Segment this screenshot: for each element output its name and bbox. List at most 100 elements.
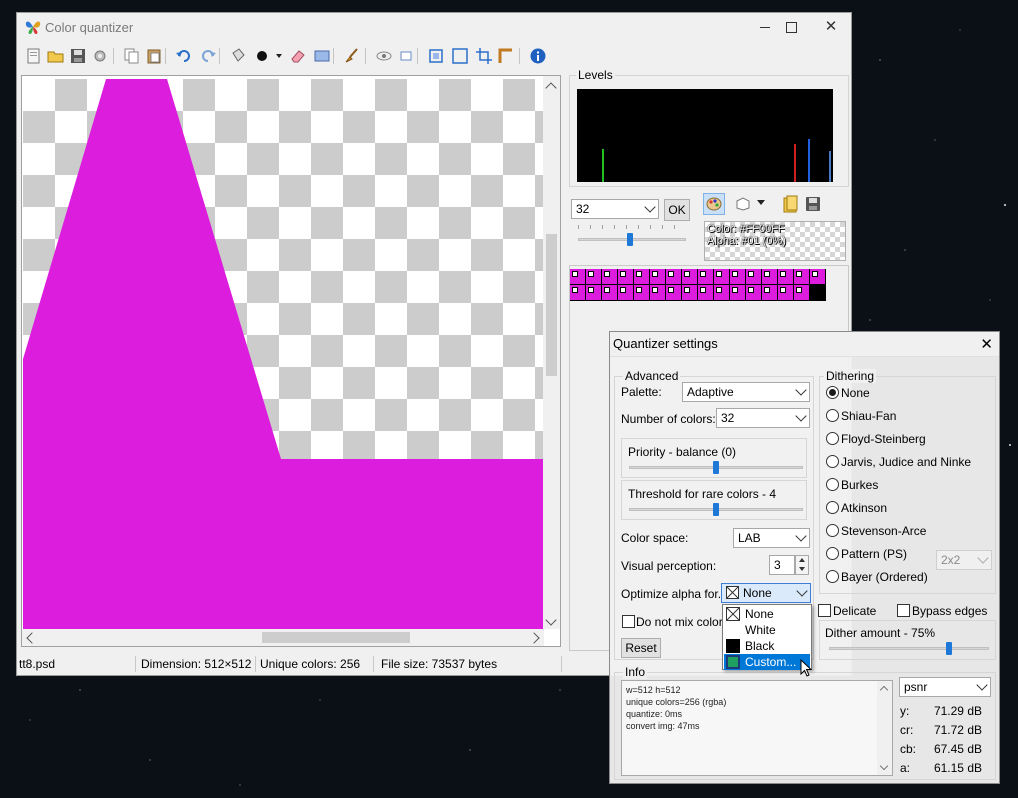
palette-swatch[interactable] <box>810 285 826 301</box>
colors-combo[interactable]: 32 <box>571 199 659 219</box>
palette-swatch[interactable] <box>650 285 666 301</box>
dither-radio[interactable] <box>826 501 839 514</box>
copy-icon[interactable] <box>123 47 141 65</box>
dither-amount-slider-track[interactable] <box>829 647 989 650</box>
palette-swatch[interactable] <box>762 285 778 301</box>
close-button[interactable]: ✕ <box>811 17 851 39</box>
palette-mode-button[interactable] <box>703 193 725 215</box>
palette-swatch[interactable] <box>634 285 650 301</box>
palette-swatch[interactable] <box>570 285 586 301</box>
dither-option-label[interactable]: Stevenson-Arce <box>841 524 926 538</box>
bucket-icon[interactable] <box>229 47 247 65</box>
palette-swatch[interactable] <box>618 269 634 285</box>
palette-swatch[interactable] <box>618 285 634 301</box>
palette-swatch[interactable] <box>746 285 762 301</box>
palette-swatch[interactable] <box>586 285 602 301</box>
dither-option-label[interactable]: Pattern (PS) <box>841 547 907 561</box>
dialog-title-bar[interactable]: Quantizer settings ✕ <box>610 332 999 357</box>
dither-option-label[interactable]: Burkes <box>841 478 878 492</box>
number-of-colors-select[interactable]: 32 <box>716 408 810 428</box>
palette-swatch[interactable] <box>698 269 714 285</box>
dither-option-label[interactable]: Floyd-Steinberg <box>841 432 926 446</box>
visual-perception-input[interactable]: 3 <box>769 555 795 575</box>
reset-button[interactable]: Reset <box>621 638 661 658</box>
scroll-up-arrow-icon[interactable] <box>545 82 557 94</box>
dither-radio[interactable] <box>826 409 839 422</box>
scroll-right-arrow-icon[interactable] <box>528 632 540 644</box>
eye-icon[interactable] <box>375 47 393 65</box>
dither-radio[interactable] <box>826 547 839 560</box>
dither-radio[interactable] <box>826 455 839 468</box>
eraser-icon[interactable] <box>289 47 307 65</box>
scroll-up-arrow-icon[interactable] <box>879 685 889 695</box>
palette-swatch[interactable] <box>698 285 714 301</box>
palette-swatch[interactable] <box>650 269 666 285</box>
palette-swatch[interactable] <box>634 269 650 285</box>
crop-icon[interactable] <box>475 47 493 65</box>
palette-swatch[interactable] <box>746 269 762 285</box>
priority-slider-thumb[interactable] <box>713 461 719 474</box>
maximize-button[interactable] <box>771 17 811 39</box>
dither-amount-slider-thumb[interactable] <box>946 642 952 655</box>
vertical-scrollbar[interactable] <box>543 76 560 629</box>
dropdown-option[interactable]: None <box>724 606 810 622</box>
view-mode-dropdown-arrow-icon[interactable] <box>757 200 765 205</box>
image-canvas[interactable] <box>23 79 544 631</box>
scroll-left-arrow-icon[interactable] <box>26 632 38 644</box>
optimize-alpha-select[interactable]: None <box>721 583 811 603</box>
settings-icon[interactable] <box>91 47 109 65</box>
palette-swatch[interactable] <box>778 269 794 285</box>
palette-swatch[interactable] <box>714 269 730 285</box>
dither-radio[interactable] <box>826 432 839 445</box>
threshold-slider-thumb[interactable] <box>713 503 719 516</box>
palette-select[interactable]: Adaptive <box>682 382 810 402</box>
do-not-mix-checkbox[interactable] <box>622 615 635 628</box>
dither-radio[interactable] <box>826 524 839 537</box>
open-palette-icon[interactable] <box>783 195 799 213</box>
save-palette-icon[interactable] <box>805 196 821 212</box>
horizontal-scroll-thumb[interactable] <box>262 632 410 643</box>
palette-swatch[interactable] <box>602 285 618 301</box>
scroll-down-arrow-icon[interactable] <box>545 614 557 626</box>
dither-radio[interactable] <box>826 386 839 399</box>
palette-swatch[interactable] <box>602 269 618 285</box>
dither-option-label[interactable]: Atkinson <box>841 501 887 515</box>
dither-option-label[interactable]: Bayer (Ordered) <box>841 570 928 584</box>
save-icon[interactable] <box>69 47 87 65</box>
palette-swatch[interactable] <box>730 285 746 301</box>
palette-swatch[interactable] <box>586 269 602 285</box>
info-scrollbar[interactable] <box>877 681 892 775</box>
palette-swatch[interactable] <box>810 269 826 285</box>
scroll-down-arrow-icon[interactable] <box>879 761 889 771</box>
palette-swatch[interactable] <box>666 269 682 285</box>
brush-icon[interactable] <box>343 47 361 65</box>
dropdown-option[interactable]: White <box>724 622 810 638</box>
vertical-scroll-thumb[interactable] <box>546 234 557 376</box>
small-preview-icon[interactable] <box>397 47 415 65</box>
dither-radio[interactable] <box>826 478 839 491</box>
palette-swatch[interactable] <box>682 269 698 285</box>
palette-swatch[interactable] <box>730 269 746 285</box>
colors-slider-thumb[interactable] <box>627 233 633 246</box>
horizontal-scrollbar[interactable] <box>22 629 544 646</box>
dither-option-label[interactable]: Jarvis, Judice and Ninke <box>841 455 971 469</box>
info-text-box[interactable]: w=512 h=512 unique colors=256 (rgba) quant… <box>621 680 893 776</box>
rectangle-icon[interactable] <box>313 47 331 65</box>
palette-swatch[interactable] <box>714 285 730 301</box>
dropdown-option[interactable]: Black <box>724 638 810 654</box>
bypass-edges-checkbox[interactable] <box>897 604 910 617</box>
dither-option-label[interactable]: Shiau-Fan <box>841 409 896 423</box>
palette-swatch[interactable] <box>794 269 810 285</box>
ruler-icon[interactable] <box>497 47 515 65</box>
view-mode-icon[interactable] <box>735 196 751 212</box>
palette-swatch[interactable] <box>666 285 682 301</box>
fit-icon[interactable] <box>427 47 445 65</box>
palette-swatch[interactable] <box>778 285 794 301</box>
palette-swatch[interactable] <box>762 269 778 285</box>
title-bar[interactable]: Color quantizer ✕ <box>17 13 851 41</box>
metric-select[interactable]: psnr <box>899 677 991 697</box>
palette-swatch[interactable] <box>682 285 698 301</box>
color-dot-icon[interactable] <box>253 47 271 65</box>
open-folder-icon[interactable] <box>47 47 65 65</box>
paste-icon[interactable] <box>145 47 163 65</box>
